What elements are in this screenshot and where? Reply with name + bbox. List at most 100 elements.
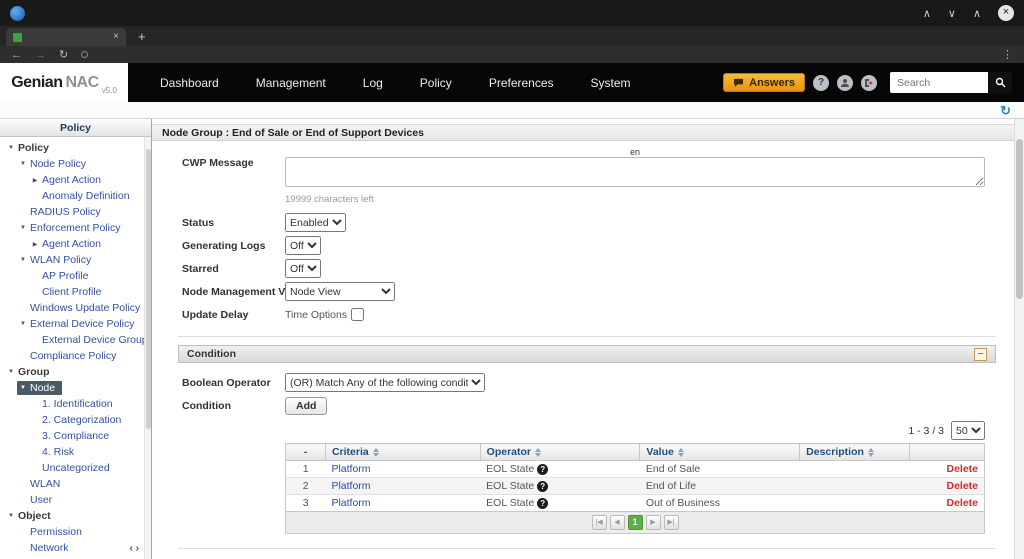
sidebar-item-label[interactable]: AP Profile [42, 270, 89, 282]
new-tab-button[interactable]: + [138, 28, 146, 46]
sidebar-item-label[interactable]: Node Policy [30, 158, 86, 170]
header-operator[interactable]: Operator [480, 444, 640, 461]
status-select[interactable]: Enabled [285, 213, 346, 232]
sidebar-item[interactable]: ▼Node [0, 380, 151, 396]
window-close-icon[interactable]: × [998, 5, 1014, 21]
nav-item-management[interactable]: Management [256, 76, 326, 90]
sidebar-item[interactable]: Permission [0, 524, 151, 540]
back-icon[interactable]: ← [11, 49, 22, 61]
sidebar-item-label[interactable]: Group [18, 366, 50, 378]
sort-icon[interactable] [535, 448, 541, 457]
sidebar-item-label[interactable]: 3. Compliance [42, 430, 109, 442]
cwp-message-textarea[interactable] [285, 157, 985, 187]
reload-icon[interactable]: ↻ [59, 48, 68, 61]
prev-page-button[interactable]: ◀ [610, 515, 625, 530]
sidebar-item-label[interactable]: 4. Risk [42, 446, 74, 458]
sidebar-item[interactable]: ▼Group [0, 364, 151, 380]
forward-icon[interactable]: → [35, 49, 46, 61]
collapse-arrow-icon[interactable]: ▼ [19, 385, 27, 391]
sidebar-item-label[interactable]: Object [18, 510, 51, 522]
sidebar-item-label[interactable]: Network [30, 542, 69, 554]
current-page-button[interactable]: 1 [628, 515, 643, 530]
help-icon[interactable]: ? [813, 75, 829, 91]
sort-icon[interactable] [678, 448, 684, 457]
boolean-operator-select[interactable]: (OR) Match Any of the following conditio… [285, 373, 485, 392]
refresh-icon[interactable]: ↻ [1000, 104, 1011, 117]
search-button[interactable] [988, 72, 1012, 93]
first-page-button[interactable]: |◀ [592, 515, 607, 530]
sidebar-item-label[interactable]: Node [30, 382, 55, 394]
sidebar-item[interactable]: 1. Identification [0, 396, 151, 412]
tab-close-icon[interactable]: × [113, 32, 119, 42]
answers-button[interactable]: Answers [723, 73, 805, 92]
sidebar-scrollbar[interactable] [144, 137, 151, 559]
help-icon[interactable]: ? [537, 464, 548, 475]
add-condition-button[interactable]: Add [285, 397, 327, 415]
sidebar-item-label[interactable]: External Device Policy [30, 318, 134, 330]
next-page-button[interactable]: ▶ [646, 515, 661, 530]
sidebar-item[interactable]: External Device Group [0, 332, 151, 348]
help-icon[interactable]: ? [537, 481, 548, 492]
browser-tab[interactable]: × [6, 28, 126, 46]
sidebar-item-label[interactable]: Windows Update Policy [30, 302, 140, 314]
search-input[interactable] [890, 72, 988, 93]
sidebar-item[interactable]: Compliance Policy [0, 348, 151, 364]
collapse-arrow-icon[interactable]: ▼ [19, 257, 27, 263]
expand-arrow-icon[interactable]: ▶ [31, 241, 39, 248]
sidebar-item[interactable]: ▼WLAN Policy [0, 252, 151, 268]
cwp-language-tab[interactable]: en [626, 147, 644, 157]
site-info-icon[interactable] [81, 51, 88, 58]
sidebar-item[interactable]: ▶Agent Action [0, 172, 151, 188]
sidebar-item[interactable]: RADIUS Policy [0, 204, 151, 220]
sidebar-item[interactable]: 4. Risk [0, 444, 151, 460]
sidebar-item-label[interactable]: Client Profile [42, 286, 102, 298]
sidebar-item[interactable]: Network‹ › [0, 540, 151, 556]
browser-menu-icon[interactable]: ⋮ [1002, 48, 1013, 61]
page-scrollbar[interactable] [1014, 119, 1024, 559]
collapse-arrow-icon[interactable]: ▼ [19, 225, 27, 231]
sidebar-item-label[interactable]: RADIUS Policy [30, 206, 101, 218]
sidebar-item-label[interactable]: Uncategorized [42, 462, 110, 474]
sort-icon[interactable] [373, 448, 379, 457]
sidebar-item-label[interactable]: WLAN Policy [30, 254, 91, 266]
node-management-view-select[interactable]: Node View [285, 282, 395, 301]
time-options-checkbox[interactable] [351, 308, 364, 321]
sidebar-item-label[interactable]: Compliance Policy [30, 350, 116, 362]
last-page-button[interactable]: ▶| [664, 515, 679, 530]
collapse-arrow-icon[interactable]: ▼ [19, 321, 27, 327]
generating-logs-select[interactable]: Off [285, 236, 321, 255]
collapse-arrow-icon[interactable]: ▼ [7, 513, 15, 519]
page-size-select[interactable]: 50 [951, 421, 985, 440]
sidebar-item-label[interactable]: Agent Action [42, 174, 101, 186]
nav-item-dashboard[interactable]: Dashboard [160, 76, 219, 90]
user-icon[interactable] [837, 75, 853, 91]
sidebar-item-label[interactable]: 2. Categorization [42, 414, 121, 426]
criteria-link[interactable]: Platform [331, 480, 370, 492]
sidebar-item[interactable]: User [0, 492, 151, 508]
logout-icon[interactable] [861, 75, 877, 91]
nav-item-preferences[interactable]: Preferences [489, 76, 554, 90]
sidebar-item[interactable]: AP Profile [0, 268, 151, 284]
nav-item-system[interactable]: System [591, 76, 631, 90]
delete-link[interactable]: Delete [946, 463, 978, 475]
sidebar-item-label[interactable]: Agent Action [42, 238, 101, 250]
sidebar-item-label[interactable]: WLAN [30, 478, 60, 490]
expand-arrow-icon[interactable]: ▶ [31, 177, 39, 184]
sort-icon[interactable] [868, 448, 874, 457]
sidebar-item[interactable]: WLAN [0, 476, 151, 492]
criteria-link[interactable]: Platform [331, 463, 370, 475]
collapse-arrow-icon[interactable]: ▼ [19, 161, 27, 167]
sidebar-item[interactable]: ▶Agent Action [0, 236, 151, 252]
maximize-icon[interactable]: ∧ [973, 7, 981, 20]
sidebar-item-label[interactable]: User [30, 494, 52, 506]
sidebar-item[interactable]: Anomaly Definition [0, 188, 151, 204]
collapse-arrow-icon[interactable]: ▼ [7, 369, 15, 375]
collapse-arrow-icon[interactable]: ▼ [7, 145, 15, 151]
sidebar-item[interactable]: 2. Categorization [0, 412, 151, 428]
sidebar-item[interactable]: Windows Update Policy [0, 300, 151, 316]
sidebar-item-label[interactable]: 1. Identification [42, 398, 113, 410]
logo[interactable]: Genian NAC v5.0 [0, 63, 128, 102]
header-value[interactable]: Value [640, 444, 800, 461]
sidebar-item-label[interactable]: External Device Group [42, 334, 148, 346]
delete-link[interactable]: Delete [946, 480, 978, 492]
